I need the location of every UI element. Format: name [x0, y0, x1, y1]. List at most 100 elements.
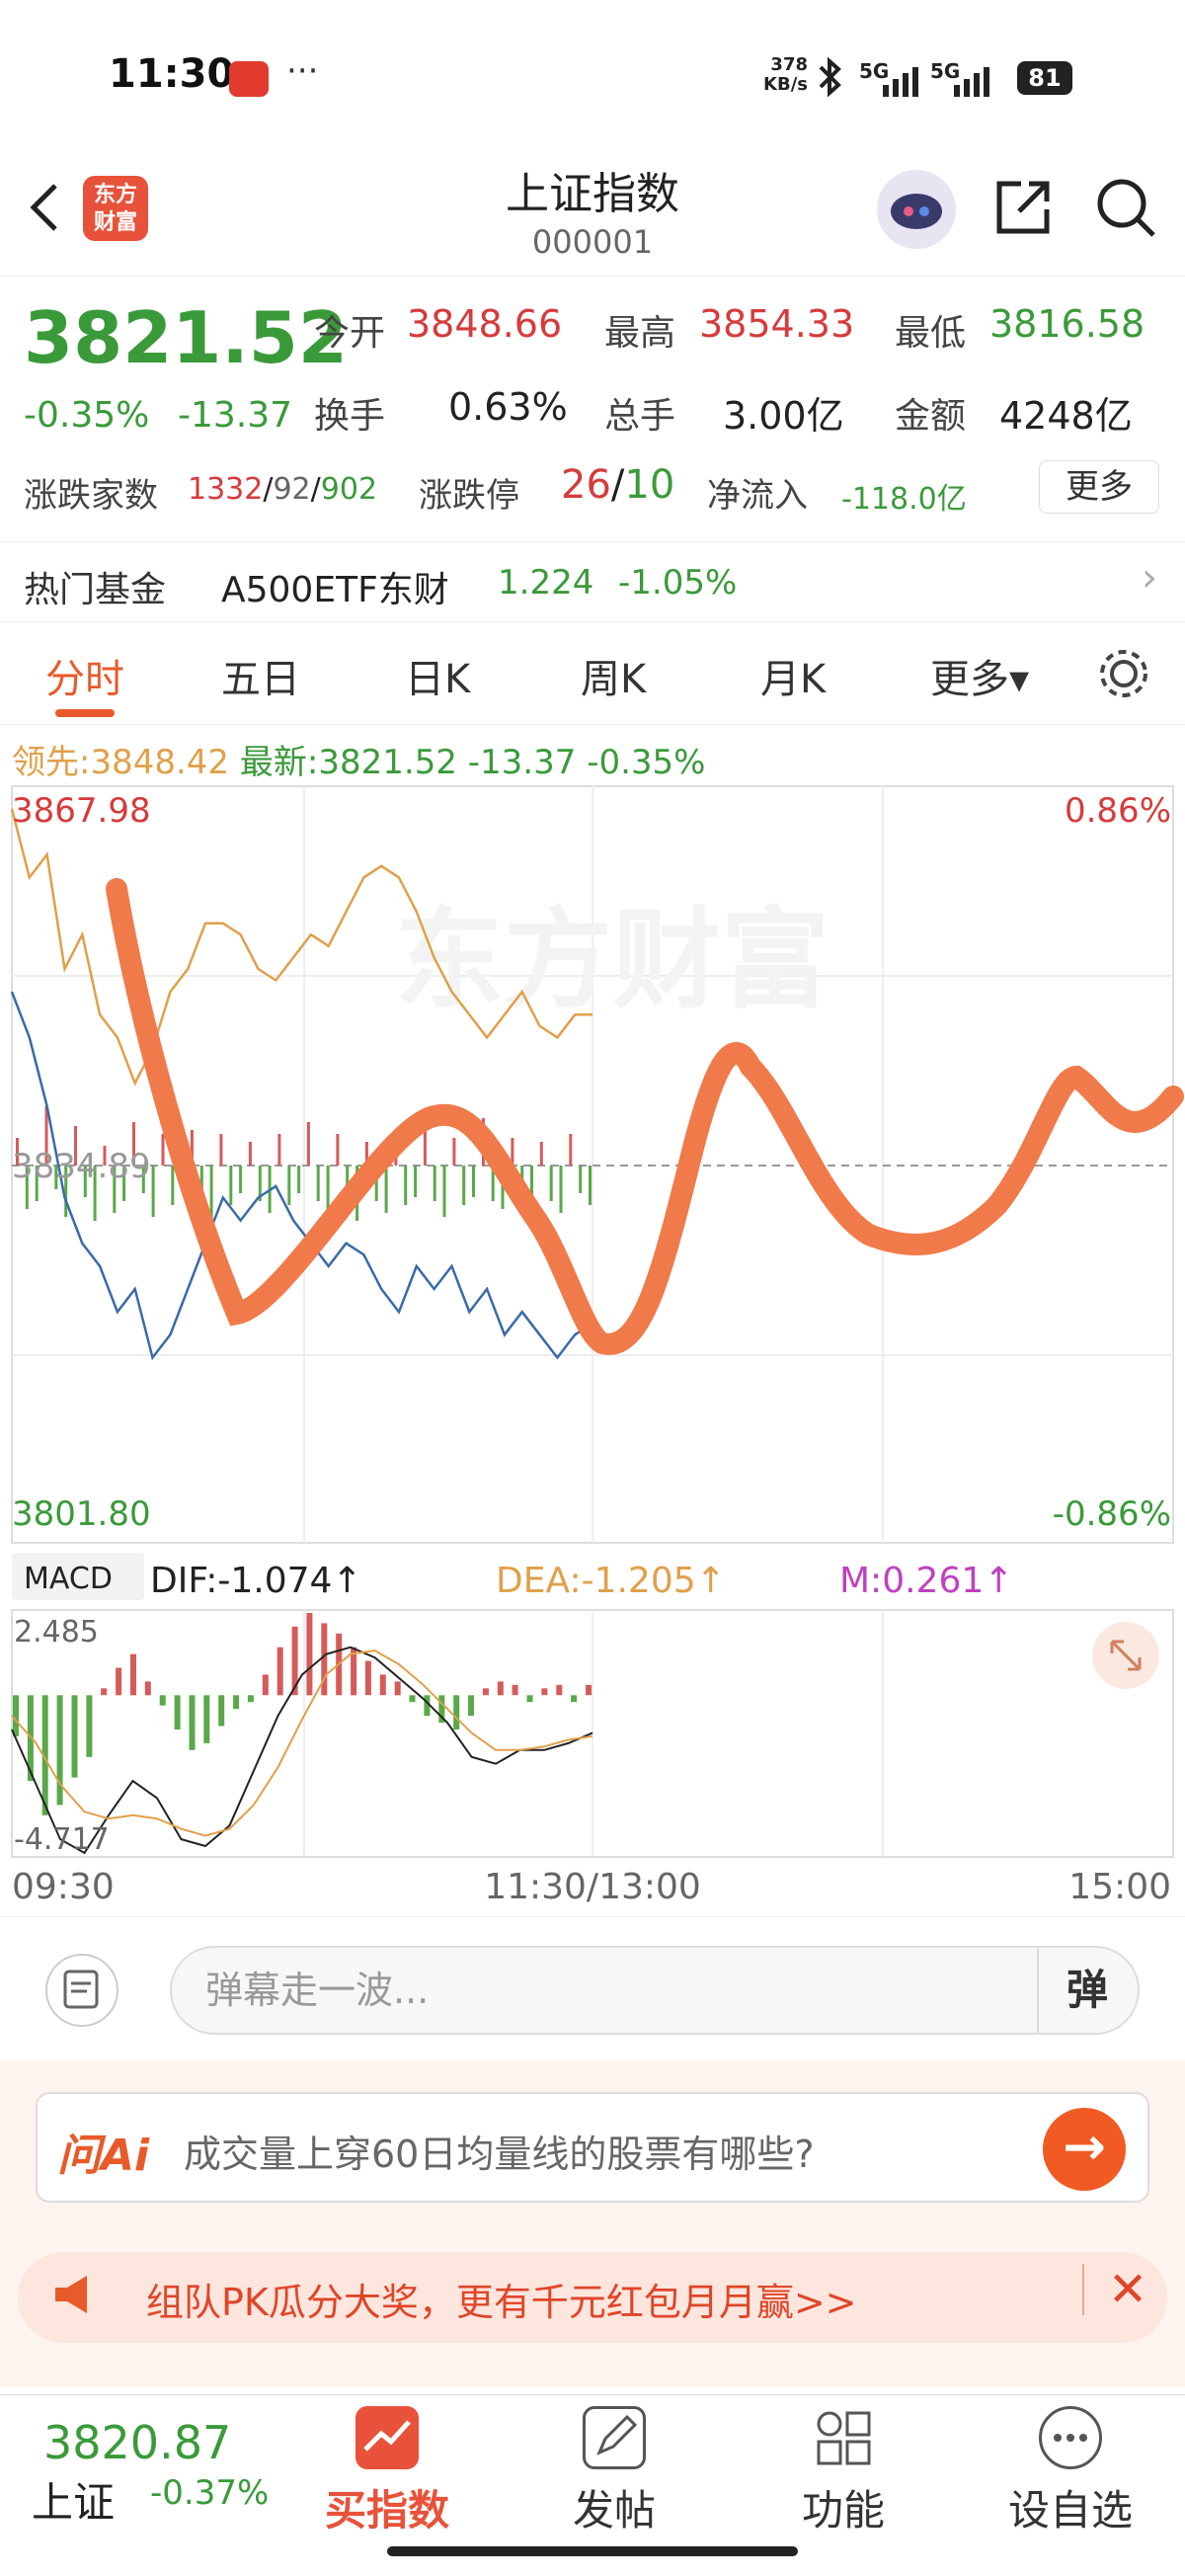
ai-question-text[interactable]: 成交量上穿60日均量线的股票有哪些? [184, 2124, 815, 2178]
danmu-input[interactable]: 弹幕走一波... [170, 1946, 1140, 2035]
tab-post[interactable]: 发帖 [545, 2406, 683, 2537]
macd-bar [379, 1674, 386, 1696]
macd-bar [218, 1695, 225, 1727]
x-label-noon: 11:30/13:00 [484, 1867, 701, 1907]
promo-banner-text[interactable]: 组队PK瓜分大奖，更有千元红包月月赢>> [146, 2272, 857, 2326]
volume-bar [462, 1166, 466, 1205]
intraday-chart[interactable]: 东方财富 3867.98 3834.89 3801.80 0.86% -0.86… [0, 780, 1185, 1916]
volume-bar [569, 1134, 573, 1166]
dea-line [11, 1650, 593, 1837]
macd-bar [276, 1647, 283, 1696]
volume-bar [277, 1134, 281, 1166]
ai-go-button[interactable]: → [1043, 2108, 1126, 2191]
low-label: 最低 [895, 313, 967, 354]
volume-label: 总手 [604, 396, 676, 437]
macd-bar [233, 1695, 240, 1710]
hot-fund-pct: -1.05% [618, 563, 738, 603]
volume-bar [539, 1142, 543, 1166]
tab-more[interactable]: 更多▾ [930, 647, 1029, 704]
volume-bar [297, 1166, 301, 1193]
volume-bar [287, 1166, 291, 1205]
search-icon[interactable] [1094, 176, 1157, 243]
tab-daily-k[interactable]: 日K [405, 647, 470, 704]
volume-bar [239, 1166, 243, 1193]
danmu-settings-icon[interactable] [45, 1954, 118, 2027]
macd-bar [364, 1660, 371, 1696]
turnover-label: 换手 [314, 396, 386, 437]
volume-bar [433, 1166, 436, 1201]
bottom-index-value[interactable]: 3820.87 [43, 2416, 231, 2469]
tab-intraday[interactable]: 分时 [45, 647, 124, 704]
macd-bar [409, 1695, 416, 1703]
change-value: -13.37 [178, 395, 293, 436]
volume-bar [151, 1166, 155, 1217]
volume-bar [161, 1134, 165, 1166]
high-value: 3854.33 [699, 302, 855, 346]
chevron-right-icon: › [1142, 555, 1157, 601]
volume-bar [414, 1166, 418, 1197]
grid-icon [812, 2406, 875, 2469]
active-tab-indicator [55, 709, 115, 717]
tab-monthly-k[interactable]: 月K [760, 647, 826, 704]
macd-bar [556, 1684, 563, 1696]
bottom-index-pct[interactable]: -0.37% [150, 2473, 269, 2513]
more-notifications-icon: ··· [286, 51, 319, 91]
macd-bar [13, 1695, 19, 1736]
network-speed-unit: KB/s [763, 74, 808, 95]
volume-bar [306, 1122, 310, 1166]
macd-bar [203, 1695, 210, 1743]
close-icon[interactable]: ✕ [1082, 2264, 1147, 2315]
clock: 11:30 [109, 51, 235, 97]
danmu-toggle-button[interactable]: 弹 [1037, 1948, 1136, 2033]
x-label-close: 15:00 [1068, 1867, 1171, 1907]
more-quote-button[interactable]: 更多 [1039, 460, 1159, 514]
volume-bar [559, 1166, 563, 1213]
volume-bar [316, 1166, 320, 1201]
bottom-index-name[interactable]: 上证 [32, 2469, 115, 2530]
macd-bar [571, 1695, 578, 1703]
volume-bar [229, 1166, 233, 1205]
macd-bar [482, 1688, 489, 1696]
status-bar: 11:30 ··· 378 KB/s 5G 5G 81 [0, 0, 1185, 158]
trend-chart-icon [356, 2406, 419, 2469]
turnover-value: 0.63% [448, 385, 568, 429]
macd-bar [130, 1653, 136, 1696]
volume-bar [452, 1138, 456, 1166]
volume-bar [442, 1166, 446, 1217]
volume-bar [589, 1166, 592, 1205]
y-tick-bottom: 3801.80 [12, 1494, 151, 1534]
macd-bar [306, 1613, 313, 1696]
tab-five-day[interactable]: 五日 [221, 647, 300, 704]
amount-label: 金额 [895, 396, 967, 437]
x-label-open: 09:30 [12, 1867, 115, 1907]
macd-y-bottom: -4.717 [14, 1822, 110, 1857]
y-tick-top-pct: 0.86% [1065, 791, 1171, 831]
share-icon[interactable] [991, 176, 1055, 243]
macd-bar [541, 1688, 548, 1696]
macd-histogram [13, 1613, 592, 1815]
macd-bar [262, 1674, 269, 1696]
chart-info-line: 领先:3848.42 最新:3821.52 -13.37 -0.35% [12, 743, 706, 782]
tab-functions[interactable]: 功能 [774, 2406, 912, 2537]
signal-bars-icon-2 [936, 63, 995, 103]
tab-weekly-k[interactable]: 周K [581, 647, 646, 704]
macd-bar [453, 1695, 460, 1730]
limit-label: 涨跌停 [419, 476, 519, 516]
assistant-avatar-icon[interactable] [877, 170, 956, 249]
macd-bar [468, 1695, 474, 1717]
macd-y-top: 2.485 [14, 1615, 99, 1650]
notification-app-icon [229, 61, 269, 97]
settings-gear-icon[interactable] [1094, 644, 1153, 707]
macd-bar [394, 1681, 401, 1696]
network-speed-value: 378 [770, 54, 808, 75]
volume-bar [336, 1134, 340, 1166]
current-price: 3821.52 [24, 296, 348, 379]
volume-bar [549, 1166, 553, 1201]
megaphone-icon [47, 2270, 107, 2329]
macd-bar [586, 1684, 592, 1696]
network-speed: 378 KB/s [758, 55, 808, 95]
tab-buy-index[interactable]: 买指数 [318, 2406, 456, 2537]
amount-value: 4248亿 [999, 394, 1133, 438]
tab-watchlist[interactable]: 设自选 [1001, 2406, 1140, 2537]
y-tick-bottom-pct: -0.86% [1053, 1494, 1171, 1534]
